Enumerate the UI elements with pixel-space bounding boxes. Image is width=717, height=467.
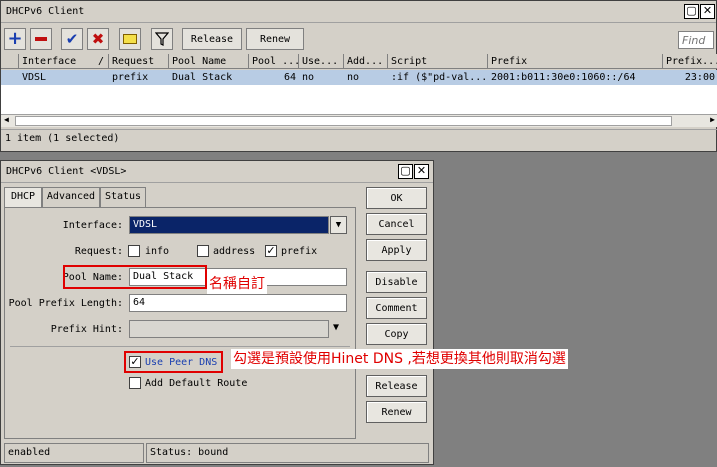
dialog-close-icon[interactable]: ✕ <box>414 164 429 179</box>
comment-icon <box>123 34 137 44</box>
renew-button[interactable]: Renew <box>246 28 304 50</box>
col-use-peer-dns[interactable]: Use... <box>299 54 344 69</box>
scroll-left-icon[interactable]: ◀ <box>4 115 9 124</box>
request-prefix-label: prefix <box>281 246 318 257</box>
pool-prefix-length-input[interactable]: 64 <box>129 294 347 312</box>
plus-icon: + <box>7 28 23 49</box>
cell-script: :if ($"pd-val... <box>391 72 488 83</box>
col-prefix[interactable]: Prefix <box>488 54 663 69</box>
table-row[interactable]: VDSL prefix Dual Stack 64 no no :if ($"p… <box>1 70 717 85</box>
add-button[interactable]: + <box>4 28 26 50</box>
dns-annotation: 勾選是預設使用Hinet DNS ,若想更換其他則取消勾選 <box>231 349 568 369</box>
minus-icon <box>35 37 47 41</box>
dialog-title: DHCPv6 Client <VDSL> <box>6 166 127 177</box>
copy-button[interactable]: Copy <box>366 323 427 345</box>
tab-advanced[interactable]: Advanced <box>42 187 100 207</box>
x-icon: ✖ <box>91 30 105 48</box>
filter-icon <box>155 32 169 46</box>
dialog-titlebar: DHCPv6 Client <VDSL> <box>1 161 433 183</box>
pool-prefix-length-label: Pool Prefix Length: <box>8 298 123 309</box>
find-input[interactable] <box>678 31 714 49</box>
remove-button[interactable] <box>30 28 52 50</box>
tab-dhcp[interactable]: DHCP <box>4 187 42 208</box>
prefix-hint-input[interactable] <box>129 320 329 338</box>
scroll-thumb[interactable] <box>15 116 672 126</box>
col-request[interactable]: Request <box>109 54 169 69</box>
dialog-restore-icon[interactable]: ▢ <box>398 164 413 179</box>
cell-add-route: no <box>347 72 360 83</box>
horizontal-scrollbar[interactable]: ◀ ▶ <box>1 114 717 127</box>
cancel-button[interactable]: Cancel <box>366 213 427 235</box>
separator <box>10 346 350 347</box>
comment-button[interactable] <box>119 28 141 50</box>
add-default-route-label: Add Default Route <box>145 378 248 389</box>
cell-interface: VDSL <box>22 72 47 83</box>
interface-select[interactable]: VDSL <box>129 216 329 234</box>
release-button[interactable]: Release <box>182 28 242 50</box>
col-add-route[interactable]: Add... <box>344 54 388 69</box>
cell-prefix-expires: 23:00 <box>684 72 715 83</box>
tab-status[interactable]: Status <box>100 187 146 207</box>
disable-button-dialog[interactable]: Disable <box>366 271 427 293</box>
pool-name-annotation: 名稱自訂 <box>207 274 267 294</box>
restore-icon[interactable]: ▢ <box>684 4 699 19</box>
dropdown-arrow-icon: ▼ <box>335 220 342 230</box>
pool-name-highlight <box>63 265 207 289</box>
cell-pool-length: 64 <box>283 72 296 83</box>
enable-button[interactable]: ✔ <box>61 28 83 50</box>
filter-button[interactable] <box>151 28 173 50</box>
col-pool-length[interactable]: Pool ... <box>249 54 299 69</box>
prefix-hint-dropdown-icon[interactable]: ▼ <box>333 322 339 333</box>
dialog-status-enabled: enabled <box>4 443 144 463</box>
col-script[interactable]: Script <box>388 54 488 69</box>
apply-button[interactable]: Apply <box>366 239 427 261</box>
table-header: Interface / Request Pool Name Pool ... Us… <box>1 54 717 69</box>
comment-button-dialog[interactable]: Comment <box>366 297 427 319</box>
release-button-dialog[interactable]: Release <box>366 375 427 397</box>
request-address-checkbox[interactable] <box>197 245 209 257</box>
cell-request: prefix <box>112 72 149 83</box>
close-icon[interactable]: ✕ <box>700 4 715 19</box>
prefix-hint-label: Prefix Hint: <box>50 324 123 335</box>
col-prefix-expires[interactable]: Prefix... <box>663 54 717 69</box>
table-body <box>1 85 717 114</box>
col-spacer <box>1 54 19 69</box>
cell-pool-name: Dual Stack <box>172 72 233 83</box>
sort-icon: / <box>97 56 104 67</box>
col-pool-name[interactable]: Pool Name <box>169 54 249 69</box>
cell-use-peer-dns: no <box>302 72 315 83</box>
use-peer-dns-highlight <box>124 351 223 373</box>
request-label: Request: <box>74 246 123 257</box>
col-interface[interactable]: Interface / <box>19 54 109 69</box>
request-info-checkbox[interactable] <box>128 245 140 257</box>
request-prefix-checkbox[interactable]: ✓ <box>265 245 277 257</box>
check-icon: ✔ <box>65 30 79 48</box>
request-info-label: info <box>145 246 170 257</box>
interface-dropdown-button[interactable]: ▼ <box>330 216 347 234</box>
interface-label: Interface: <box>62 220 123 231</box>
renew-button-dialog[interactable]: Renew <box>366 401 427 423</box>
ok-button[interactable]: OK <box>366 187 427 209</box>
main-status-bar: 1 item (1 selected) <box>1 129 717 147</box>
main-window-title: DHCPv6 Client <box>6 6 85 17</box>
item-count: 1 item (1 selected) <box>5 133 120 144</box>
main-window: DHCPv6 Client ▢ ✕ + ✔ ✖ Release Renew In… <box>0 0 717 152</box>
disable-button[interactable]: ✖ <box>87 28 109 50</box>
dialog-status-bound: Status: bound <box>146 443 429 463</box>
scroll-right-icon[interactable]: ▶ <box>710 115 715 124</box>
cell-prefix: 2001:b011:30e0:1060::/64 <box>491 72 636 83</box>
request-address-label: address <box>213 246 256 257</box>
main-titlebar: DHCPv6 Client <box>1 1 716 23</box>
add-default-route-checkbox[interactable] <box>129 377 141 389</box>
